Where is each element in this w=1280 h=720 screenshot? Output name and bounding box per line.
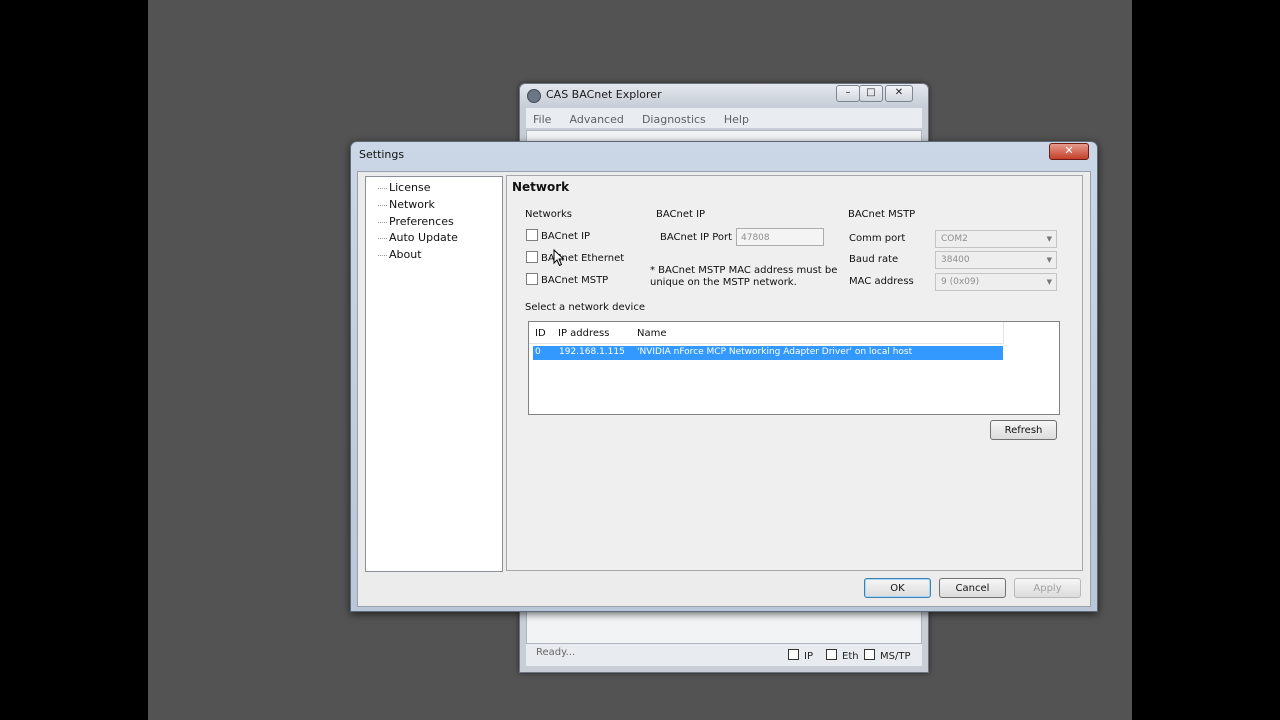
bacnet-ip-checkbox-label: BACnet IP: [541, 231, 591, 242]
eth-indicator-box: [826, 649, 837, 660]
nav-item-preferences[interactable]: Preferences: [389, 215, 454, 228]
bacnet-mstp-group-label: BACnet MSTP: [848, 209, 916, 220]
baud-rate-chevron-down-icon: ▼: [1046, 256, 1052, 264]
menu-help[interactable]: Help: [724, 113, 749, 126]
row-ip-address: 192.168.1.115: [559, 347, 625, 357]
dialog-close-button[interactable]: ✕: [1049, 143, 1089, 160]
ip-indicator-box: [788, 649, 799, 660]
status-mstp: MS/TP: [864, 649, 910, 662]
status-ip: IP: [788, 649, 813, 662]
comm-port-label: Comm port: [849, 233, 906, 244]
mac-address-label: MAC address: [849, 276, 914, 287]
bacnet-ethernet-checkbox-row[interactable]: BACnet Ethernet: [526, 251, 624, 264]
ip-port-input[interactable]: 47808: [736, 228, 824, 246]
tree-connector: [378, 205, 387, 206]
main-window-titlebar: CAS BACnet Explorer – □ ✕: [520, 84, 928, 106]
ok-button[interactable]: OK: [864, 578, 931, 598]
dialog-title: Settings: [359, 148, 405, 161]
apply-button[interactable]: Apply: [1014, 578, 1081, 598]
column-name[interactable]: Name: [637, 328, 667, 339]
bacnet-ethernet-checkbox[interactable]: [526, 251, 538, 263]
ip-port-label: BACnet IP Port: [660, 232, 733, 243]
baud-rate-label: Baud rate: [849, 254, 899, 265]
nav-item-auto-update[interactable]: Auto Update: [389, 231, 458, 244]
column-ip-address[interactable]: IP address: [558, 328, 609, 339]
mstp-mac-note: * BACnet MSTP MAC address must be unique…: [650, 265, 838, 288]
bacnet-mstp-checkbox-row[interactable]: BACnet MSTP: [526, 273, 608, 286]
panel-title: Network: [512, 180, 570, 194]
row-id: 0: [535, 347, 541, 357]
maximize-button[interactable]: □: [859, 85, 883, 102]
mac-address-select[interactable]: 9 (0x09) ▼: [935, 273, 1057, 291]
comm-port-select[interactable]: COM2 ▼: [935, 230, 1057, 248]
refresh-button[interactable]: Refresh: [990, 420, 1057, 440]
column-id[interactable]: ID: [535, 328, 546, 339]
nav-item-network[interactable]: Network: [389, 198, 435, 211]
menu-file[interactable]: File: [533, 113, 551, 126]
network-panel: Network Networks BACnet IP BACnet Ethern…: [506, 175, 1083, 571]
bacnet-mstp-checkbox-label: BACnet MSTP: [541, 275, 609, 286]
settings-dialog: Settings ✕ License Network Preferences A…: [350, 141, 1098, 612]
dialog-client: License Network Preferences Auto Update …: [357, 171, 1091, 607]
mstp-indicator-box: [864, 649, 875, 660]
tree-connector: [378, 255, 387, 256]
mouse-cursor-icon: [553, 249, 565, 267]
bacnet-mstp-checkbox[interactable]: [526, 273, 538, 285]
networks-group-label: Networks: [525, 209, 572, 220]
nav-item-about[interactable]: About: [389, 248, 422, 261]
status-eth: Eth: [826, 649, 859, 662]
nav-item-license[interactable]: License: [389, 181, 430, 194]
status-text: Ready...: [536, 647, 576, 658]
status-bar: Ready... IP Eth MS/TP: [526, 644, 922, 666]
table-row[interactable]: 0 192.168.1.115 'NVIDIA nForce MCP Netwo…: [533, 346, 1003, 360]
bacnet-ip-checkbox-row[interactable]: BACnet IP: [526, 229, 590, 242]
bacnet-ip-checkbox[interactable]: [526, 229, 538, 241]
device-list-header: ID IP address Name: [529, 322, 1004, 344]
app-icon: [527, 89, 541, 103]
network-device-list[interactable]: ID IP address Name 0 192.168.1.115 'NVID…: [528, 321, 1060, 415]
menu-advanced[interactable]: Advanced: [570, 113, 624, 126]
tree-connector: [378, 188, 387, 189]
tree-connector: [378, 222, 387, 223]
cancel-button[interactable]: Cancel: [939, 578, 1006, 598]
tree-connector: [378, 238, 387, 239]
bacnet-ip-group-label: BACnet IP: [656, 209, 706, 220]
main-window-title: CAS BACnet Explorer: [546, 88, 662, 101]
comm-port-chevron-down-icon: ▼: [1046, 235, 1052, 243]
row-name: 'NVIDIA nForce MCP Networking Adapter Dr…: [637, 347, 913, 357]
menu-bar: File Advanced Diagnostics Help: [526, 108, 922, 128]
minimize-button[interactable]: –: [836, 85, 860, 102]
main-close-button[interactable]: ✕: [885, 85, 913, 102]
baud-rate-select[interactable]: 38400 ▼: [935, 251, 1057, 269]
settings-nav-tree: License Network Preferences Auto Update …: [365, 176, 503, 572]
device-list-label: Select a network device: [525, 302, 645, 313]
mac-address-chevron-down-icon: ▼: [1046, 278, 1052, 286]
menu-diagnostics[interactable]: Diagnostics: [642, 113, 706, 126]
